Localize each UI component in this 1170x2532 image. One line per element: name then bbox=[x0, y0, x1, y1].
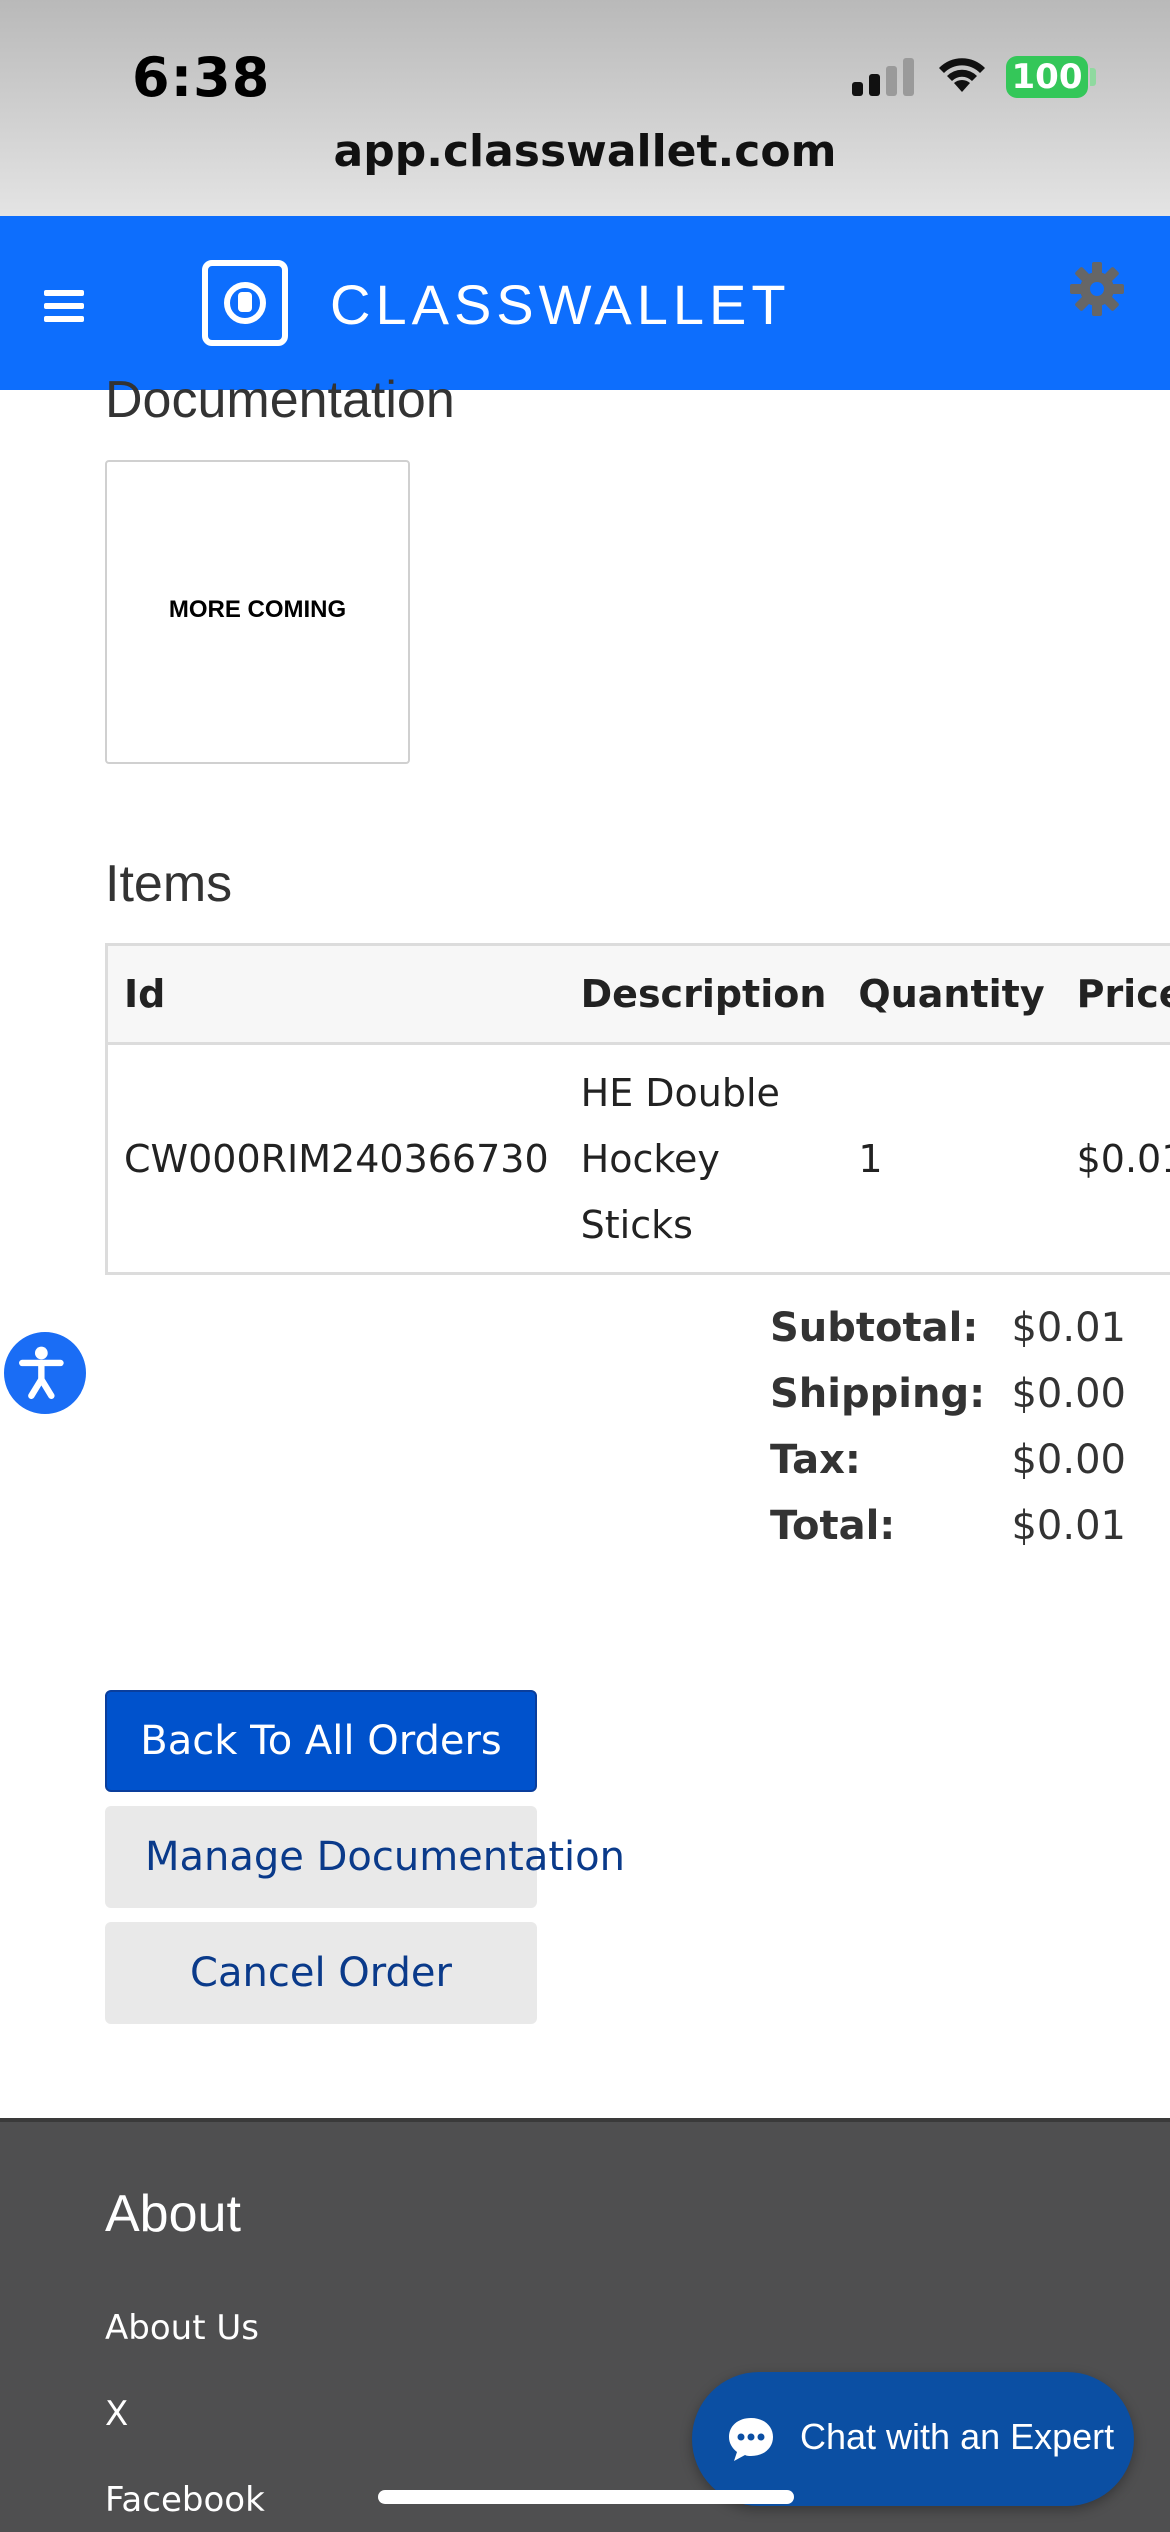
subtotal-label: Subtotal: bbox=[770, 1305, 979, 1351]
brand-name[interactable]: CLASSWALLET bbox=[330, 272, 791, 337]
chat-bubble-icon bbox=[729, 2418, 773, 2461]
total-row: Total: $0.01 bbox=[770, 1503, 1126, 1569]
address-bar-url[interactable]: app.classwallet.com bbox=[0, 126, 1170, 177]
documentation-heading: Documentation bbox=[105, 371, 455, 429]
item-description-line: Hockey bbox=[580, 1136, 720, 1181]
item-description-line: HE Double bbox=[580, 1070, 780, 1115]
item-price: $0.01 bbox=[1076, 1136, 1170, 1181]
column-header-description: Description bbox=[564, 944, 843, 1045]
classwallet-logo-icon[interactable] bbox=[202, 260, 288, 346]
battery-tip bbox=[1090, 68, 1096, 86]
column-header-price: Price bbox=[1060, 944, 1170, 1045]
gear-icon[interactable] bbox=[1068, 260, 1126, 318]
battery-icon: 100 bbox=[1006, 56, 1088, 98]
table-row: CW000RIM240366730 HE Double Hockey Stick… bbox=[107, 1044, 1170, 1274]
order-summary: Subtotal: $0.01 Shipping: $0.00 Tax: $0.… bbox=[770, 1305, 1126, 1569]
cancel-order-button[interactable]: Cancel Order bbox=[105, 1922, 537, 2024]
footer-link-facebook[interactable]: Facebook bbox=[105, 2480, 265, 2520]
footer-link-x[interactable]: X bbox=[105, 2394, 128, 2434]
home-indicator[interactable] bbox=[378, 2490, 794, 2504]
item-description-line: Sticks bbox=[580, 1202, 693, 1247]
back-to-all-orders-button[interactable]: Back To All Orders bbox=[105, 1690, 537, 1792]
total-value: $0.01 bbox=[1011, 1503, 1126, 1549]
wifi-icon bbox=[939, 58, 985, 92]
item-description: HE Double Hockey Sticks bbox=[565, 1044, 843, 1274]
item-id: CW000RIM240366730 bbox=[124, 1136, 549, 1181]
subtotal-value: $0.01 bbox=[1011, 1305, 1126, 1351]
chat-button-label: Chat with an Expert bbox=[800, 2416, 1115, 2457]
shipping-label: Shipping: bbox=[770, 1371, 986, 1417]
app-header: CLASSWALLET bbox=[0, 216, 1170, 390]
total-label: Total: bbox=[770, 1503, 896, 1549]
items-heading: Items bbox=[105, 855, 233, 913]
shipping-row: Shipping: $0.00 bbox=[770, 1371, 1126, 1437]
footer-link-about-us[interactable]: About Us bbox=[105, 2308, 259, 2348]
table-header-row: Id Description Quantity Price bbox=[106, 944, 1170, 1045]
manage-documentation-button[interactable]: Manage Documentation bbox=[105, 1806, 625, 1908]
chat-with-expert-button[interactable]: Chat with an Expert bbox=[692, 2372, 1134, 2506]
column-header-quantity: Quantity bbox=[842, 944, 1061, 1045]
footer-about-heading: About bbox=[105, 2185, 241, 2243]
hamburger-menu-icon[interactable] bbox=[44, 290, 84, 322]
accessibility-icon[interactable] bbox=[0, 1328, 90, 1418]
items-table: Id Description Quantity Price CW000RIM24… bbox=[105, 943, 1170, 1275]
tax-row: Tax: $0.00 bbox=[770, 1437, 1126, 1503]
shipping-value: $0.00 bbox=[1011, 1371, 1126, 1417]
clock-time: 6:38 bbox=[132, 46, 271, 109]
subtotal-row: Subtotal: $0.01 bbox=[770, 1305, 1126, 1371]
tax-value: $0.00 bbox=[1011, 1437, 1126, 1483]
item-quantity: 1 bbox=[858, 1136, 883, 1181]
column-header-id: Id bbox=[106, 944, 565, 1045]
tax-label: Tax: bbox=[770, 1437, 861, 1483]
thumbnail-caption: MORE COMING bbox=[168, 596, 347, 623]
browser-status-bar: 6:38 100 app.classwallet.com bbox=[0, 0, 1170, 216]
documentation-thumbnail[interactable]: MORE COMING bbox=[105, 460, 410, 764]
cellular-signal-icon bbox=[852, 56, 916, 96]
